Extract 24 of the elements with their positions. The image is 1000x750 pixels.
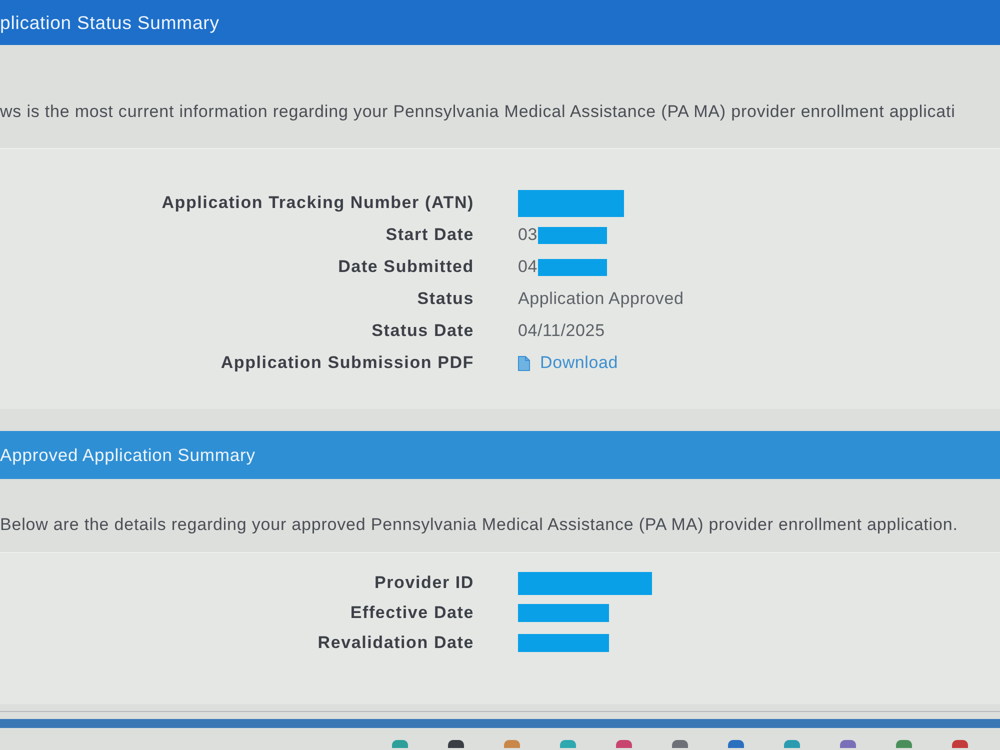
field-label: Start Date — [386, 225, 474, 245]
intro-text: ws is the most current information regarding your Pennsylvania Medical Assistance (PA MA) provider enrollment applicati — [0, 102, 956, 122]
field-value: 03 — [518, 225, 538, 245]
app-icon[interactable] — [448, 740, 464, 748]
app-icon[interactable] — [616, 740, 632, 748]
field-label: Effective Date — [350, 603, 474, 623]
field-label: Application Submission PDF — [220, 353, 474, 373]
field-value: Application Approved — [518, 289, 684, 309]
section-title: plication Status Summary — [0, 12, 220, 34]
download-link[interactable]: Download — [540, 353, 618, 373]
app-icon[interactable] — [672, 740, 688, 748]
field-label: Status Date — [372, 321, 474, 341]
field-label: Status — [417, 289, 474, 309]
field-label: Application Tracking Number (ATN) — [162, 193, 474, 213]
intro-text: Below are the details regarding your approved Pennsylvania Medical Assistance (PA MA) provider enrollment application. — [0, 515, 958, 535]
field-label: Date Submitted — [338, 257, 474, 277]
app-icon[interactable] — [952, 740, 968, 748]
app-icon[interactable] — [728, 740, 744, 748]
field-label: Provider ID — [374, 573, 474, 593]
field-label: Revalidation Date — [318, 633, 474, 653]
section-title: Approved Application Summary — [0, 444, 256, 466]
field-value: 04/11/2025 — [518, 321, 605, 341]
document-icon[interactable] — [518, 356, 530, 370]
field-value: 04 — [518, 257, 538, 277]
